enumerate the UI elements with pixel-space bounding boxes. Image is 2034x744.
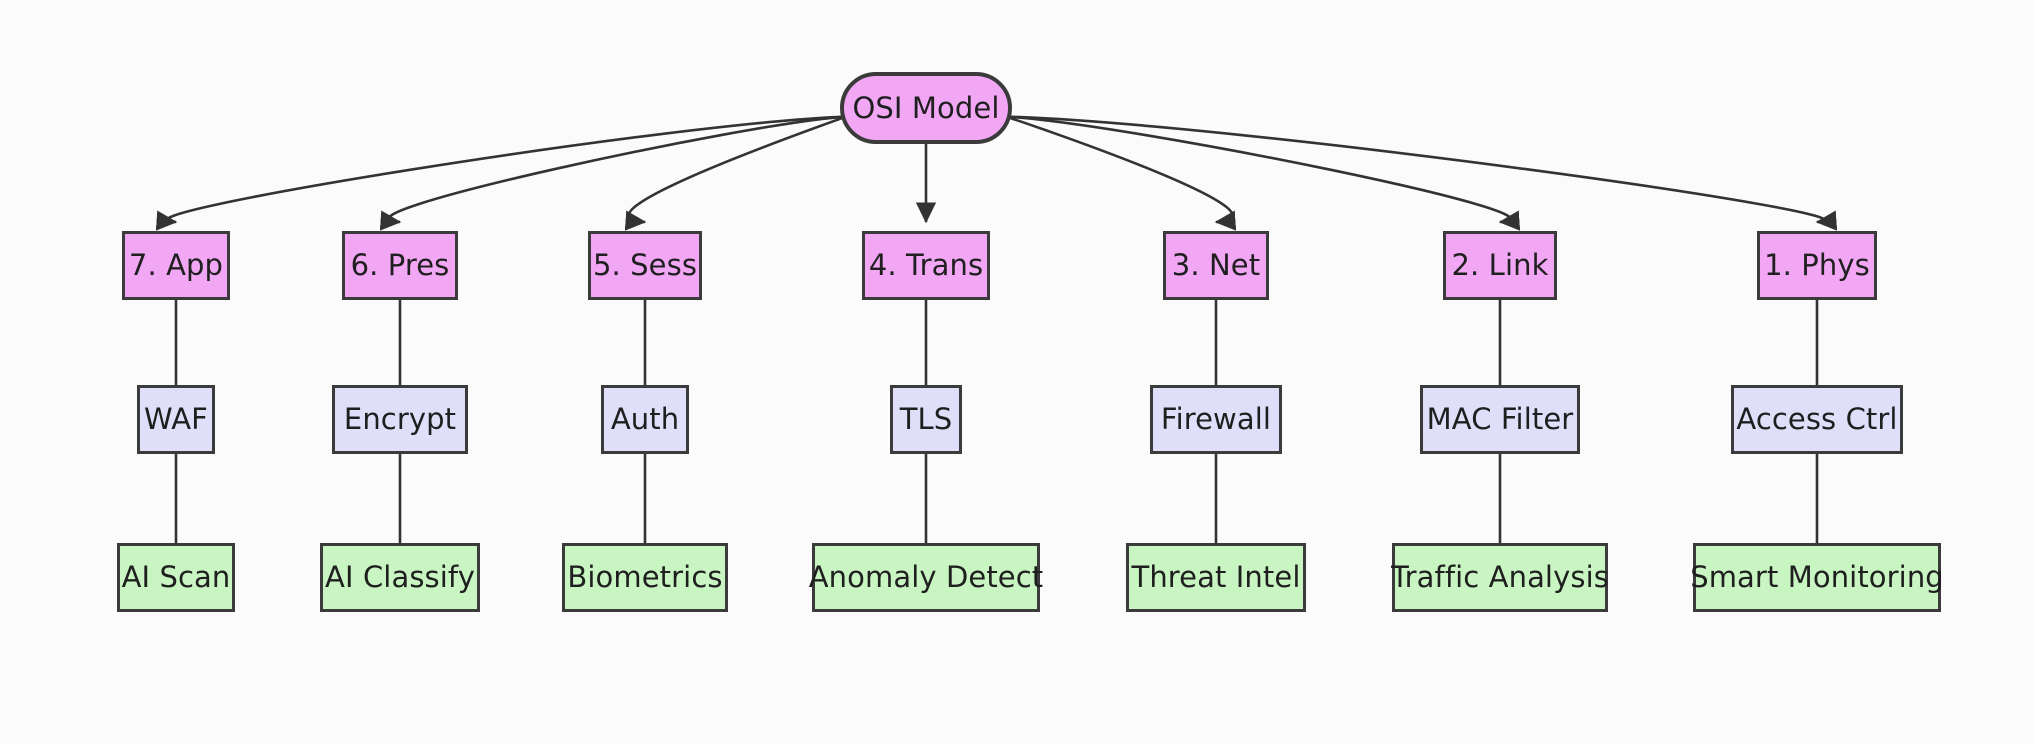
node-ctrl-waf[interactable]: WAF <box>137 385 215 454</box>
node-label: 3. Net <box>1171 248 1261 282</box>
node-ctrl-tls[interactable]: TLS <box>890 385 962 454</box>
node-layer-6[interactable]: 6. Pres <box>342 231 458 300</box>
node-label: Biometrics <box>567 560 723 594</box>
node-ctrl-encrypt[interactable]: Encrypt <box>332 385 468 454</box>
node-label: 6. Pres <box>350 248 450 282</box>
node-label: 7. App <box>128 248 224 282</box>
node-ai-smart-monitoring[interactable]: Smart Monitoring <box>1690 543 1944 612</box>
node-ai-scan[interactable]: AI Scan <box>117 543 235 612</box>
node-ctrl-firewall[interactable]: Firewall <box>1150 385 1282 454</box>
node-osi-model[interactable]: OSI Model <box>840 72 1012 144</box>
node-layer-5[interactable]: 5. Sess <box>588 231 702 300</box>
node-label: Firewall <box>1160 402 1272 436</box>
node-layer-4[interactable]: 4. Trans <box>862 231 990 300</box>
edge-osi-model-to-layer-1 <box>1005 115 1838 231</box>
node-label: AI Scan <box>121 560 231 594</box>
node-ai-threat-intel[interactable]: Threat Intel <box>1126 543 1306 612</box>
edge-osi-model-to-layer-2 <box>1005 115 1521 231</box>
node-label: Traffic Analysis <box>1391 560 1609 594</box>
edge-osi-model-to-layer-5 <box>624 115 847 231</box>
node-label: AI Classify <box>325 560 475 594</box>
node-label: Anomaly Detect <box>808 560 1044 594</box>
node-ai-traffic-analysis[interactable]: Traffic Analysis <box>1391 543 1609 612</box>
node-label: Threat Intel <box>1131 560 1301 594</box>
node-label: Smart Monitoring <box>1690 560 1944 594</box>
node-label: Auth <box>610 402 680 436</box>
node-layer-1[interactable]: 1. Phys <box>1757 231 1877 300</box>
node-layer-3[interactable]: 3. Net <box>1163 231 1269 300</box>
node-label: WAF <box>144 402 208 436</box>
node-label: 5. Sess <box>592 248 698 282</box>
edge-layer <box>155 115 1838 543</box>
edge-osi-model-to-layer-7 <box>155 115 847 231</box>
node-label: TLS <box>899 402 953 436</box>
node-label: 4. Trans <box>868 248 984 282</box>
diagram-canvas: OSI Model 7. App WAF AI Scan 6. Pres Encrypt A… <box>0 0 2034 744</box>
node-label: 2. Link <box>1451 248 1549 282</box>
edge-osi-model-to-layer-6 <box>379 115 847 231</box>
node-ctrl-access-ctrl[interactable]: Access Ctrl <box>1731 385 1903 454</box>
node-ctrl-mac-filter[interactable]: MAC Filter <box>1420 385 1580 454</box>
node-label: Encrypt <box>343 402 457 436</box>
edge-osi-model-to-layer-3 <box>1005 115 1237 231</box>
node-ai-classify[interactable]: AI Classify <box>320 543 480 612</box>
node-label: Access Ctrl <box>1736 402 1898 436</box>
node-label: OSI Model <box>852 90 1000 125</box>
node-layer-2[interactable]: 2. Link <box>1443 231 1557 300</box>
node-label: 1. Phys <box>1764 248 1870 282</box>
node-ctrl-auth[interactable]: Auth <box>601 385 689 454</box>
node-layer-7[interactable]: 7. App <box>122 231 230 300</box>
node-ai-anomaly-detect[interactable]: Anomaly Detect <box>809 543 1043 612</box>
node-ai-biometrics[interactable]: Biometrics <box>562 543 728 612</box>
node-label: MAC Filter <box>1426 402 1574 436</box>
